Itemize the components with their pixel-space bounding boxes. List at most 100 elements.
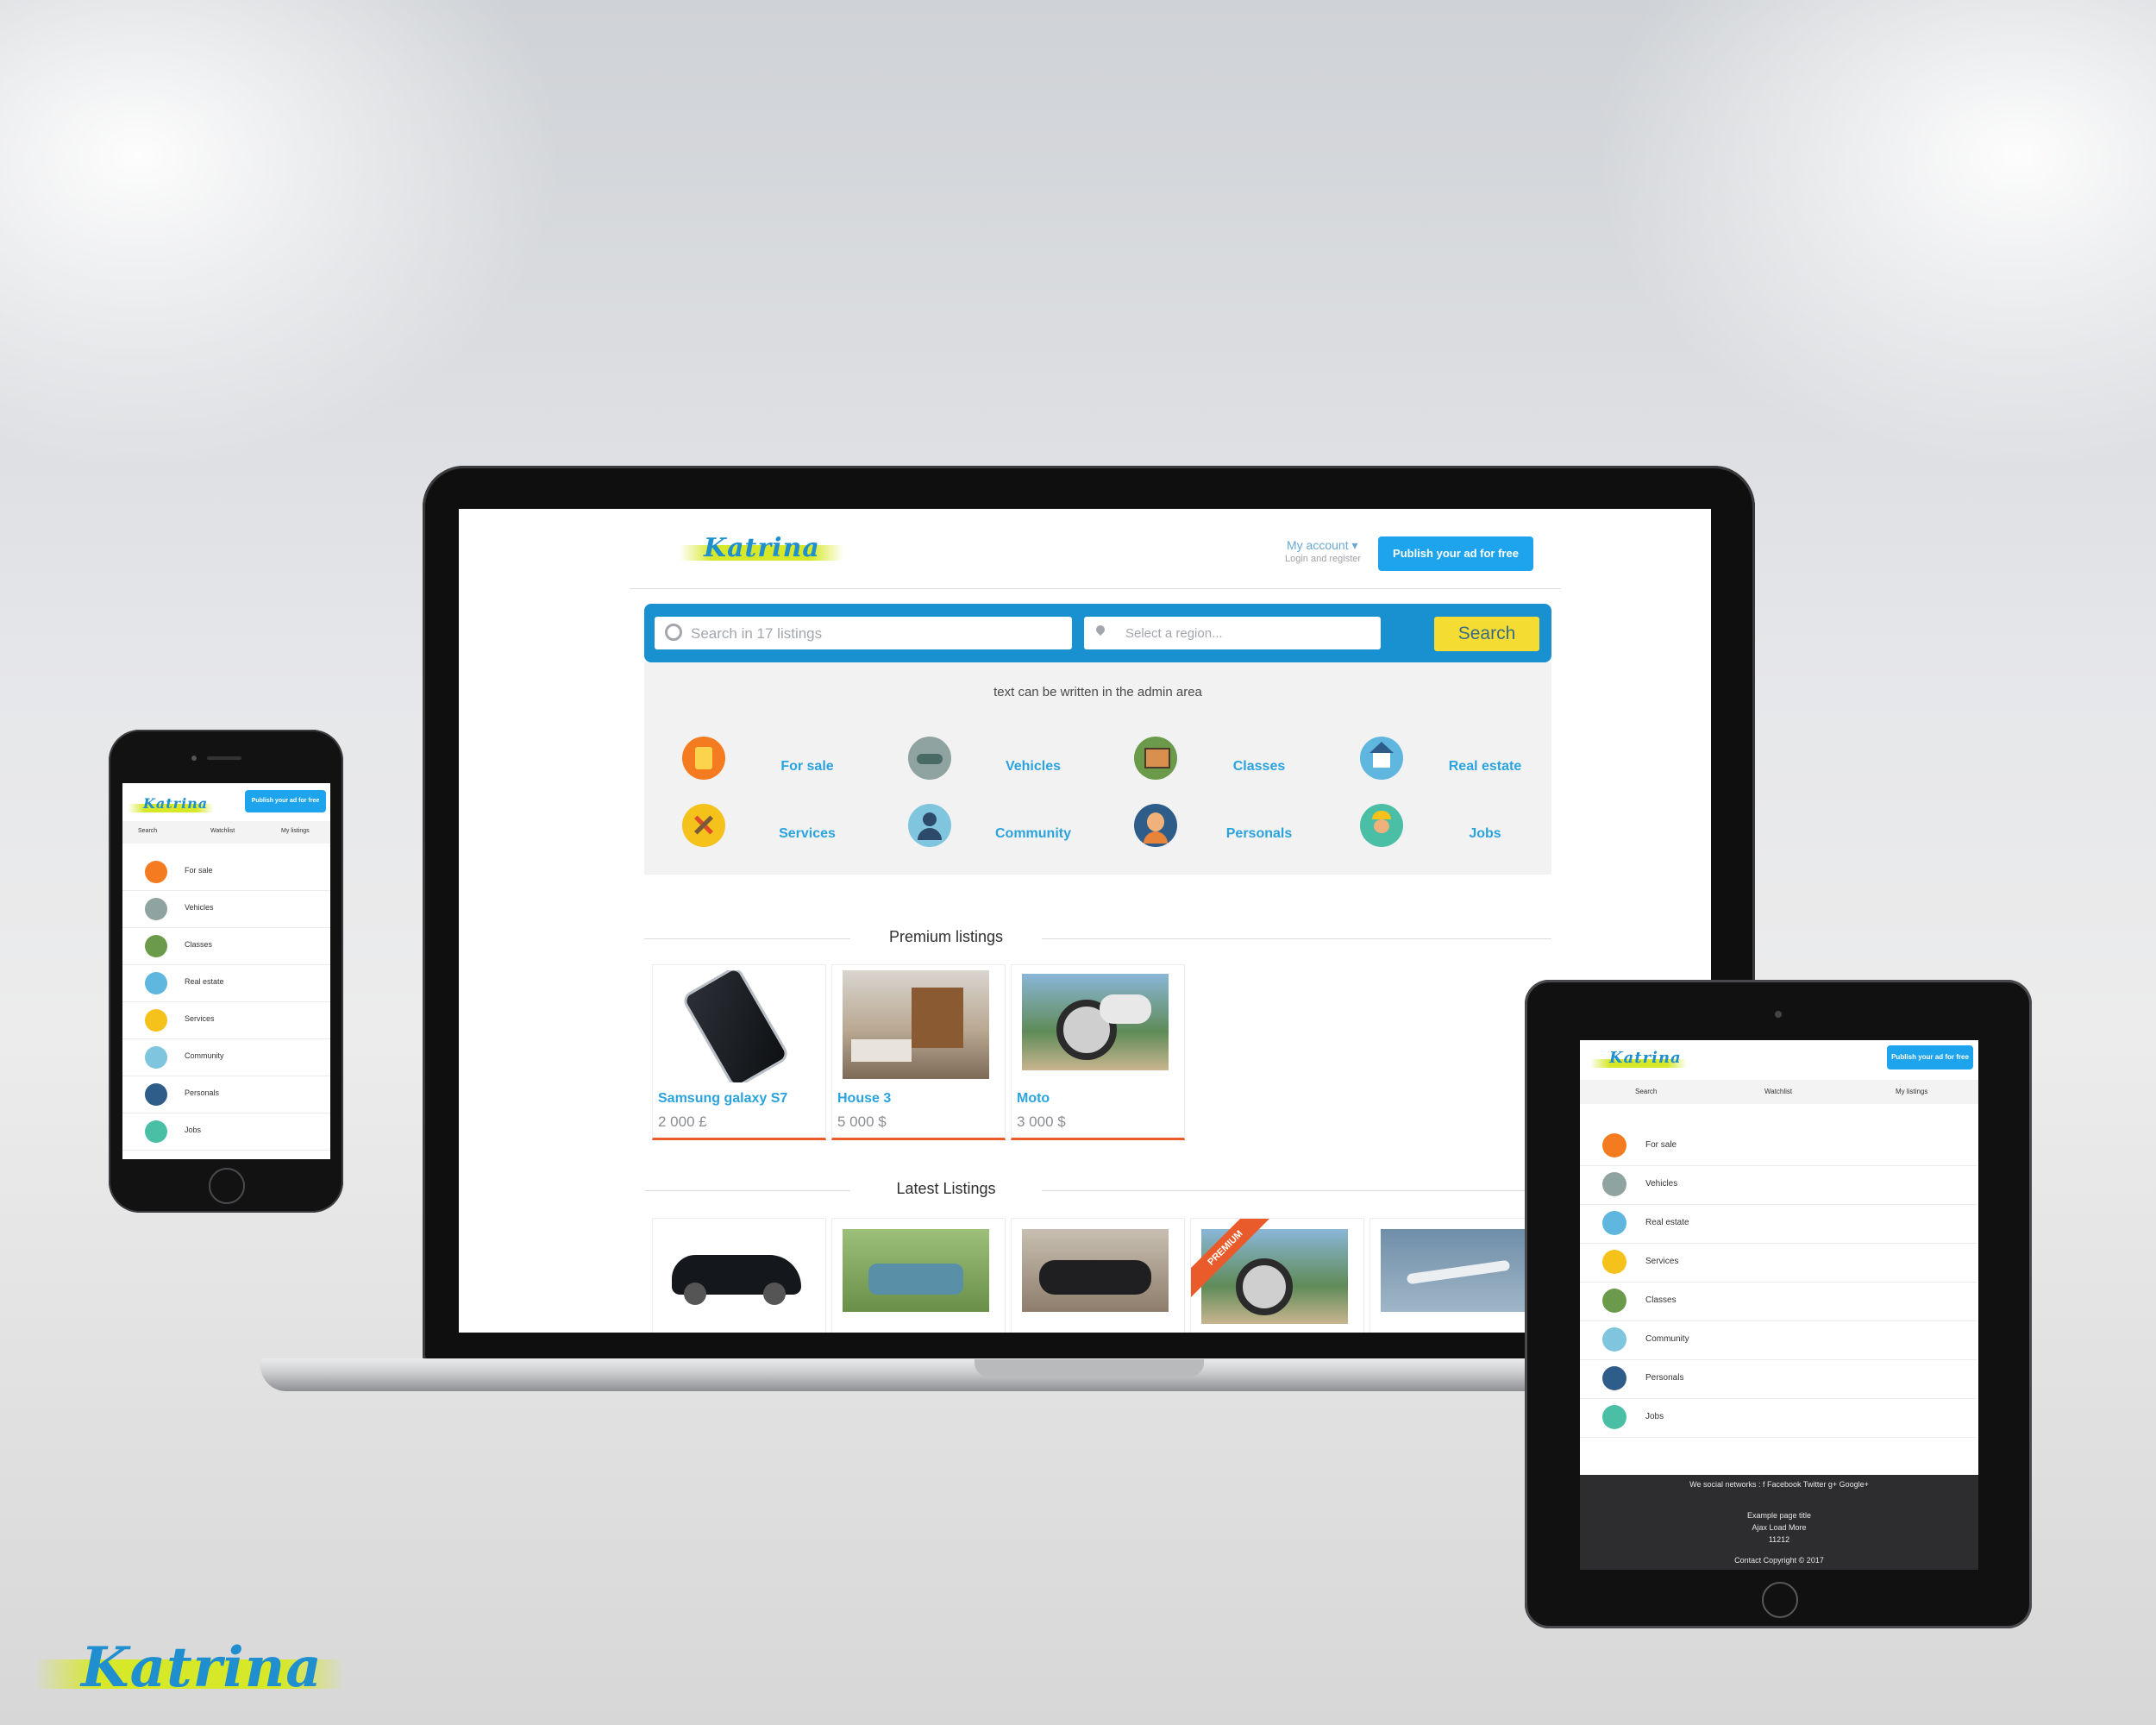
category-label: Community — [995, 826, 1071, 841]
document-icon — [1602, 1133, 1626, 1157]
category-label: Real estate — [185, 977, 224, 986]
mobile-category-row[interactable]: Community — [122, 1039, 330, 1076]
category-label: Jobs — [185, 1126, 202, 1134]
login-register-link[interactable]: Login and register — [1285, 554, 1361, 564]
keyword-placeholder: Search in 17 listings — [691, 625, 823, 642]
latest-card[interactable] — [652, 1218, 826, 1333]
category-real-estate[interactable]: Real estate — [1360, 737, 1532, 785]
region-select[interactable]: Select a region... — [1084, 617, 1381, 649]
tablet-category-row[interactable]: For sale — [1580, 1126, 1977, 1166]
listing-card[interactable]: House 3 5 000 $ — [831, 964, 1006, 1140]
category-label: Services — [185, 1014, 215, 1023]
mobile-publish-button[interactable]: Publish your ad for free — [245, 790, 326, 812]
mobile-logo[interactable]: Katrina — [128, 792, 222, 818]
tab-my-listings[interactable]: My listings — [281, 828, 310, 834]
mobile-category-row[interactable]: Vehicles — [122, 891, 330, 928]
latest-card[interactable]: PREMIUM — [1190, 1218, 1364, 1333]
site-logo[interactable]: Katrina — [673, 524, 845, 576]
category-label: Services — [1645, 1257, 1679, 1266]
section-divider — [644, 938, 1551, 939]
category-community[interactable]: Community — [908, 804, 1081, 852]
category-label: Real estate — [1645, 1218, 1689, 1227]
latest-card[interactable] — [1011, 1218, 1185, 1333]
latest-title: Latest Listings — [850, 1180, 1042, 1198]
phone-speaker — [207, 756, 241, 760]
tablet-category-row[interactable]: Real estate — [1580, 1204, 1977, 1244]
search-button[interactable]: Search — [1434, 617, 1539, 651]
category-vehicles[interactable]: Vehicles — [908, 737, 1081, 785]
footer-social[interactable]: We social networks : f Facebook Twitter … — [1580, 1480, 1978, 1489]
listing-card[interactable]: Moto 3 000 $ — [1011, 964, 1185, 1140]
tab-watchlist[interactable]: Watchlist — [210, 828, 235, 834]
classroom-icon — [1602, 1289, 1626, 1313]
tools-icon — [145, 1009, 167, 1032]
tablet-category-row[interactable]: Personals — [1580, 1359, 1977, 1399]
section-divider — [644, 1190, 1551, 1191]
tablet-home-button[interactable] — [1762, 1582, 1798, 1618]
house-icon — [1360, 737, 1403, 780]
car-icon — [145, 898, 167, 920]
tablet-category-row[interactable]: Vehicles — [1580, 1165, 1977, 1205]
mobile-category-row[interactable]: Jobs — [122, 1113, 330, 1151]
car-icon — [1602, 1172, 1626, 1196]
listing-price: 3 000 $ — [1017, 1113, 1066, 1130]
category-personals[interactable]: Personals — [1134, 804, 1307, 852]
category-label: Personals — [1225, 826, 1293, 841]
logo-text: Katrina — [1609, 1049, 1682, 1067]
mobile-category-row[interactable]: Real estate — [122, 965, 330, 1002]
mobile-category-row[interactable]: Classes — [122, 928, 330, 965]
tablet-category-row[interactable]: Services — [1580, 1243, 1977, 1283]
tablet-publish-button[interactable]: Publish your ad for free — [1887, 1045, 1973, 1070]
document-icon — [145, 861, 167, 883]
footer-line-2[interactable]: Ajax Load More — [1580, 1523, 1978, 1532]
tab-search[interactable]: Search — [138, 828, 157, 834]
latest-card[interactable] — [831, 1218, 1006, 1333]
classroom-icon — [1134, 737, 1177, 780]
listing-price: 2 000 £ — [658, 1113, 707, 1130]
category-label: Services — [779, 826, 836, 841]
category-label: For sale — [780, 759, 834, 774]
listing-title: Samsung galaxy S7 — [658, 1091, 788, 1106]
brand-logo-large: Katrina — [26, 1622, 354, 1708]
classroom-icon — [145, 935, 167, 957]
sidecar-motorcycle-image — [843, 1229, 989, 1312]
category-label: Classes — [185, 940, 213, 949]
category-classes[interactable]: Classes — [1134, 737, 1307, 785]
tablet-category-row[interactable]: Classes — [1580, 1282, 1977, 1321]
tablet-category-row[interactable]: Community — [1580, 1320, 1977, 1360]
my-account-link[interactable]: My account ▾ — [1287, 538, 1358, 553]
motorcycle-image — [1022, 974, 1169, 1070]
tablet-category-row[interactable]: Jobs — [1580, 1398, 1977, 1438]
private-jet-image — [1381, 1229, 1527, 1312]
region-placeholder: Select a region... — [1125, 626, 1223, 641]
phone-home-button[interactable] — [209, 1168, 245, 1204]
mobile-category-row[interactable]: Services — [122, 1002, 330, 1039]
listing-card[interactable]: Samsung galaxy S7 2 000 £ — [652, 964, 826, 1140]
mobile-category-row[interactable]: For sale — [122, 854, 330, 891]
category-label: Community — [1645, 1334, 1689, 1344]
tablet-logo[interactable]: Katrina — [1590, 1045, 1694, 1075]
tab-search[interactable]: Search — [1635, 1088, 1657, 1095]
admin-text: text can be written in the admin area — [993, 685, 1202, 699]
phone-camera — [191, 756, 197, 761]
tab-my-listings[interactable]: My listings — [1896, 1088, 1927, 1095]
category-for-sale[interactable]: For sale — [682, 737, 855, 785]
mobile-category-row[interactable]: Personals — [122, 1076, 330, 1113]
tab-watchlist[interactable]: Watchlist — [1764, 1088, 1792, 1095]
listing-price: 5 000 $ — [837, 1113, 887, 1130]
person-icon — [1134, 804, 1177, 847]
category-label: For sale — [1645, 1140, 1677, 1150]
logo-text: Katrina — [143, 795, 209, 812]
people-icon — [1602, 1327, 1626, 1352]
latest-card[interactable] — [1369, 1218, 1544, 1333]
category-label: Jobs — [1645, 1412, 1664, 1421]
category-services[interactable]: Services — [682, 804, 855, 852]
laptop-screen: Katrina My account ▾ Login and register … — [459, 509, 1711, 1333]
footer-line-1[interactable]: Example page title — [1580, 1511, 1978, 1520]
people-icon — [908, 804, 951, 847]
worker-icon — [1602, 1405, 1626, 1429]
house-icon — [1602, 1211, 1626, 1235]
publish-ad-button[interactable]: Publish your ad for free — [1378, 536, 1533, 571]
keyword-input[interactable]: Search in 17 listings — [655, 617, 1072, 649]
category-jobs[interactable]: Jobs — [1360, 804, 1532, 852]
